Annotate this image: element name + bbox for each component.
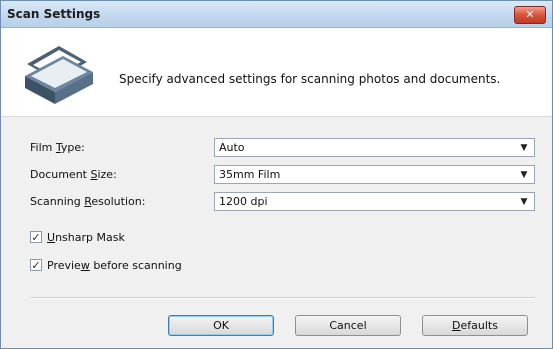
close-button[interactable]: ✕	[514, 6, 546, 24]
ok-button-label: OK	[213, 319, 229, 332]
document-size-label-pre: Document	[30, 168, 91, 181]
resolution-value: 1200 dpi	[219, 195, 268, 208]
scan-settings-dialog: Scan Settings ✕ Specify advanced setting…	[0, 0, 553, 349]
dialog-header: Specify advanced settings for scanning p…	[1, 28, 552, 117]
film-type-label-post: ype:	[60, 141, 85, 154]
close-icon: ✕	[525, 8, 535, 21]
cancel-button-label: Cancel	[329, 319, 367, 332]
document-size-select[interactable]: 35mm Film ▼	[214, 165, 535, 184]
preview-label-post: before scanning	[89, 259, 182, 272]
unsharp-mask-label-key: U	[47, 231, 56, 244]
resolution-select[interactable]: 1200 dpi ▼	[214, 192, 535, 211]
preview-checkbox[interactable]: ✓	[30, 259, 42, 271]
defaults-button-label: efaults	[460, 319, 498, 332]
defaults-button[interactable]: Defaults	[422, 315, 528, 336]
scanner-icon	[25, 46, 93, 104]
window-title: Scan Settings	[7, 7, 101, 21]
film-type-select[interactable]: Auto ▼	[214, 138, 535, 157]
chevron-down-icon: ▼	[520, 170, 528, 180]
resolution-label-post: esolution:	[91, 195, 146, 208]
document-size-label: Document Size:	[30, 168, 117, 181]
unsharp-mask-checkbox[interactable]: ✓	[30, 231, 42, 243]
preview-label-pre: Previe	[47, 259, 81, 272]
film-type-value: Auto	[219, 141, 245, 154]
chevron-down-icon: ▼	[520, 197, 528, 207]
cancel-button[interactable]: Cancel	[295, 315, 401, 336]
title-bar: Scan Settings ✕	[1, 1, 552, 28]
resolution-label: Scanning Resolution:	[30, 195, 145, 208]
document-size-label-post: ize:	[97, 168, 117, 181]
chevron-down-icon: ▼	[520, 143, 528, 153]
separator	[30, 297, 535, 299]
header-description: Specify advanced settings for scanning p…	[119, 72, 501, 86]
resolution-label-pre: Scanning	[30, 195, 85, 208]
document-size-value: 35mm Film	[219, 168, 281, 181]
unsharp-mask-label-post: nsharp Mask	[55, 231, 125, 244]
film-type-label-pre: Film	[30, 141, 56, 154]
preview-label: Preview before scanning	[47, 259, 182, 272]
unsharp-mask-label: Unsharp Mask	[47, 231, 125, 244]
ok-button[interactable]: OK	[168, 315, 274, 336]
preview-label-key: w	[80, 259, 90, 272]
checkmark-icon: ✓	[31, 231, 41, 244]
film-type-label: Film Type:	[30, 141, 85, 154]
defaults-button-key: D	[452, 319, 461, 332]
checkmark-icon: ✓	[31, 259, 41, 272]
